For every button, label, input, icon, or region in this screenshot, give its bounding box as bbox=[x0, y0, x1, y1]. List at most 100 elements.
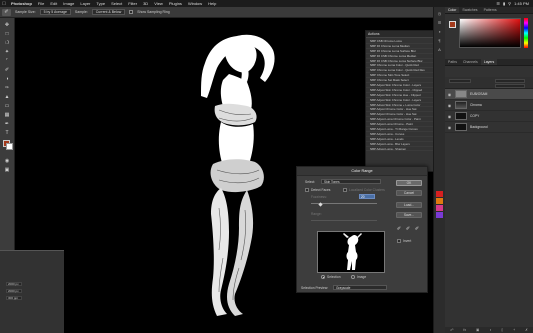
menu-plugins[interactable]: Plugins bbox=[166, 1, 185, 6]
search-icon[interactable]: ⚲ bbox=[508, 1, 511, 6]
localized-checkbox[interactable] bbox=[343, 188, 347, 192]
properties-icon[interactable]: ☰ bbox=[436, 20, 443, 26]
tab-layers[interactable]: Layers bbox=[480, 59, 498, 65]
screen-mode-icon[interactable]: ▣ bbox=[3, 167, 11, 174]
layer-row[interactable]: ◉ Chroma bbox=[445, 100, 533, 111]
fx-icon[interactable]: fx bbox=[463, 328, 466, 332]
fuzziness-field[interactable]: 20 bbox=[359, 194, 375, 199]
background-color-swatch[interactable] bbox=[6, 143, 13, 150]
history-icon[interactable]: ◷ bbox=[436, 11, 443, 17]
sample-label: Sample: bbox=[74, 10, 88, 14]
stamp-tool-icon[interactable]: ▲ bbox=[3, 94, 11, 101]
swatch-pink[interactable] bbox=[436, 205, 443, 211]
image-radio[interactable] bbox=[351, 275, 355, 279]
clock[interactable]: 1:45 PM bbox=[514, 1, 529, 6]
ok-button[interactable]: OK bbox=[396, 180, 422, 186]
eyedropper-minus-icon[interactable]: ✐ bbox=[414, 226, 420, 232]
opacity-field[interactable] bbox=[495, 79, 525, 83]
character-icon[interactable]: A bbox=[436, 47, 443, 53]
tab-color[interactable]: Color bbox=[445, 7, 460, 13]
eye-icon[interactable]: ◉ bbox=[447, 103, 452, 108]
lasso-tool-icon[interactable]: ❍ bbox=[3, 40, 11, 47]
layer-row[interactable]: ◉ COPY bbox=[445, 111, 533, 122]
adjustment-layer-icon[interactable]: ◑ bbox=[489, 328, 491, 332]
eye-icon[interactable]: ◉ bbox=[447, 125, 452, 130]
swatch-purple[interactable] bbox=[436, 212, 443, 218]
color-panel-swatch[interactable] bbox=[449, 21, 456, 28]
gradient-tool-icon[interactable]: ▦ bbox=[3, 112, 11, 119]
load-button[interactable]: Load... bbox=[396, 202, 422, 208]
hue-slider[interactable] bbox=[524, 18, 528, 48]
eyedropper-tool-icon[interactable]: ✐ bbox=[2, 8, 11, 16]
tab-paths[interactable]: Paths bbox=[445, 59, 460, 65]
marquee-tool-icon[interactable]: □ bbox=[3, 31, 11, 38]
selection-preview-value: Grayscale bbox=[336, 286, 351, 290]
tab-swatches[interactable]: Swatches bbox=[459, 7, 480, 13]
show-ring-checkbox[interactable] bbox=[129, 10, 134, 14]
fill-field[interactable] bbox=[495, 84, 525, 88]
paragraph-icon[interactable]: ¶ bbox=[436, 38, 443, 44]
sample-select[interactable]: Current & Below bbox=[91, 9, 126, 15]
height-field[interactable]: 2000 px bbox=[6, 289, 22, 293]
range-slider[interactable] bbox=[311, 220, 377, 221]
mask-icon[interactable]: ▣ bbox=[476, 328, 479, 332]
width-field[interactable]: 2000 px bbox=[6, 282, 22, 286]
eye-icon[interactable]: ◉ bbox=[447, 114, 452, 119]
group-icon[interactable]: ▯ bbox=[501, 328, 503, 332]
menu-image[interactable]: Image bbox=[60, 1, 77, 6]
resolution-field[interactable]: 300 ppi bbox=[6, 296, 22, 300]
move-tool-icon[interactable]: ✥ bbox=[3, 22, 11, 29]
menu-layer[interactable]: Layer bbox=[77, 1, 93, 6]
color-picker-field[interactable] bbox=[459, 18, 521, 48]
adjustments-icon[interactable]: ◑ bbox=[436, 29, 443, 35]
blend-mode-select[interactable] bbox=[449, 79, 471, 83]
crop-tool-icon[interactable]: ⌜ bbox=[3, 58, 11, 65]
eyedropper-icon[interactable]: ✐ bbox=[3, 67, 11, 74]
magic-wand-tool-icon[interactable]: ✦ bbox=[3, 49, 11, 56]
menu-window[interactable]: Window bbox=[185, 1, 205, 6]
menu-file[interactable]: File bbox=[35, 1, 47, 6]
tab-patterns[interactable]: Patterns bbox=[481, 7, 500, 13]
select-label: Select: bbox=[305, 180, 316, 184]
menu-type[interactable]: Type bbox=[93, 1, 108, 6]
layer-row[interactable]: ◉ Background bbox=[445, 122, 533, 133]
quick-mask-icon[interactable]: ◉ bbox=[3, 158, 11, 165]
type-tool-icon[interactable]: T bbox=[3, 130, 11, 137]
selection-preview-thumbnail bbox=[317, 231, 385, 273]
tab-channels[interactable]: Channels bbox=[460, 59, 481, 65]
action-item[interactable]: NBP Adjust Luma - Sharpen bbox=[366, 147, 433, 152]
brush-tool-icon[interactable]: ✑ bbox=[3, 85, 11, 92]
new-layer-icon[interactable]: + bbox=[513, 328, 515, 332]
eye-icon[interactable]: ◉ bbox=[447, 92, 452, 97]
trash-icon[interactable]: ✗ bbox=[525, 328, 528, 332]
pen-tool-icon[interactable]: ✒ bbox=[3, 121, 11, 128]
fuzziness-slider-knob[interactable] bbox=[318, 202, 323, 207]
menu-help[interactable]: Help bbox=[205, 1, 219, 6]
selection-radio[interactable] bbox=[321, 275, 325, 279]
invert-checkbox[interactable] bbox=[397, 239, 401, 243]
save-button[interactable]: Save... bbox=[396, 212, 422, 218]
link-icon[interactable]: ☍ bbox=[450, 328, 454, 332]
menu-edit[interactable]: Edit bbox=[47, 1, 60, 6]
healing-brush-icon[interactable]: ◑ bbox=[3, 76, 11, 83]
menu-3d[interactable]: 3D bbox=[140, 1, 151, 6]
menu-filter[interactable]: Filter bbox=[125, 1, 140, 6]
wifi-icon[interactable]: ☰ bbox=[496, 1, 500, 6]
sample-size-select[interactable]: 5 by 5 Average bbox=[39, 9, 71, 15]
swatch-orange[interactable] bbox=[436, 198, 443, 204]
invert-label: Invert bbox=[403, 239, 412, 243]
app-menu[interactable]: Photoshop bbox=[8, 1, 35, 6]
eyedropper-plus-icon[interactable]: ✐ bbox=[405, 226, 411, 232]
menu-select[interactable]: Select bbox=[108, 1, 125, 6]
swatch-red[interactable] bbox=[436, 191, 443, 197]
battery-icon[interactable]: ▮ bbox=[503, 1, 505, 6]
detect-faces-checkbox[interactable] bbox=[305, 188, 309, 192]
select-dropdown[interactable]: Skin Tones bbox=[321, 179, 381, 184]
eraser-tool-icon[interactable]: ▭ bbox=[3, 103, 11, 110]
cancel-button[interactable]: Cancel bbox=[396, 190, 422, 196]
eyedropper-icon[interactable]: ✐ bbox=[396, 226, 402, 232]
apple-icon[interactable]:  bbox=[0, 1, 8, 7]
layer-row[interactable]: ◉ EUB/OSAM bbox=[445, 89, 533, 100]
selection-preview-select[interactable]: Grayscale bbox=[333, 285, 387, 290]
menu-view[interactable]: View bbox=[151, 1, 166, 6]
